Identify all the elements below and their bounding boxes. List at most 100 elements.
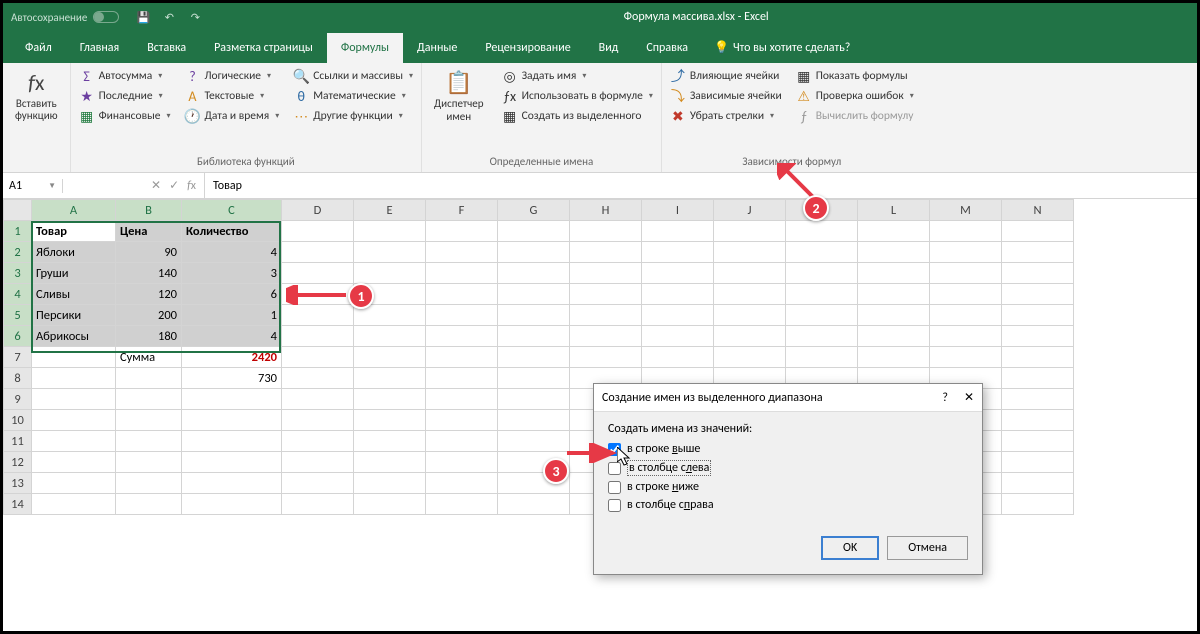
cell-b1[interactable]: Цена (116, 221, 182, 242)
row-header-9[interactable]: 9 (4, 389, 32, 410)
cell-b6[interactable]: 180 (116, 326, 182, 347)
remove-arrows-button[interactable]: ✖Убрать стрелки▾ (668, 107, 784, 125)
cell-b4[interactable]: 120 (116, 284, 182, 305)
tab-review[interactable]: Рецензирование (471, 33, 584, 63)
cell-b7[interactable]: Сумма (116, 347, 182, 368)
logical-button[interactable]: ?Логические▾ (182, 67, 281, 85)
show-formulas-button[interactable]: ▦Показать формулы (794, 67, 916, 85)
cell-c3[interactable]: 3 (182, 263, 282, 284)
row-header-7[interactable]: 7 (4, 347, 32, 368)
name-box[interactable]: A1 ▼ (3, 179, 63, 193)
tab-formulas[interactable]: Формулы (327, 33, 403, 63)
col-header-i[interactable]: I (642, 200, 714, 221)
tab-help[interactable]: Справка (632, 33, 702, 63)
col-header-f[interactable]: F (426, 200, 498, 221)
checkbox-right-col[interactable]: в столбце справа (608, 498, 968, 512)
lookup-button[interactable]: 🔍Ссылки и массивы▾ (291, 67, 415, 85)
col-header-g[interactable]: G (498, 200, 570, 221)
checkbox-bottom-row-input[interactable] (608, 481, 621, 494)
checkbox-bottom-row[interactable]: в строке ниже (608, 480, 968, 494)
row-header-4[interactable]: 4 (4, 284, 32, 305)
cell-c8[interactable]: 730 (182, 368, 282, 389)
close-icon[interactable]: ✕ (964, 390, 974, 405)
cell-c7[interactable]: 2420 (182, 347, 282, 368)
row-header-13[interactable]: 13 (4, 473, 32, 494)
cell-a6[interactable]: Абрикосы (32, 326, 116, 347)
row-header-6[interactable]: 6 (4, 326, 32, 347)
col-header-d[interactable]: D (282, 200, 354, 221)
name-manager-button[interactable]: 📋 Диспетчеримен (428, 67, 490, 125)
col-header-a[interactable]: A (32, 200, 116, 221)
financial-button[interactable]: ▦Финансовые▾ (77, 107, 173, 125)
redo-icon[interactable]: ↷ (187, 9, 203, 25)
cell-c1[interactable]: Количество (182, 221, 282, 242)
col-header-h[interactable]: H (570, 200, 642, 221)
cell-c4[interactable]: 6 (182, 284, 282, 305)
row-header-2[interactable]: 2 (4, 242, 32, 263)
col-header-j[interactable]: J (714, 200, 786, 221)
col-header-n[interactable]: N (1002, 200, 1074, 221)
row-header-1[interactable]: 1 (4, 221, 32, 242)
define-name-button[interactable]: ◎Задать имя▾ (500, 67, 655, 85)
ok-button[interactable]: OK (821, 536, 879, 560)
cell-b5[interactable]: 200 (116, 305, 182, 326)
tab-data[interactable]: Данные (403, 33, 471, 63)
date-button[interactable]: 🕐Дата и время▾ (182, 107, 281, 125)
cell-a5[interactable]: Персики (32, 305, 116, 326)
create-from-selection-button[interactable]: ▦Создать из выделенного (500, 107, 655, 125)
select-all-corner[interactable] (4, 200, 32, 221)
checkbox-right-col-input[interactable] (608, 499, 621, 512)
autosave-toggle[interactable]: Автосохранение (11, 11, 119, 24)
cell-b3[interactable]: 140 (116, 263, 182, 284)
switch-icon[interactable] (93, 11, 119, 23)
col-header-m[interactable]: M (930, 200, 1002, 221)
chevron-down-icon[interactable]: ▼ (48, 181, 56, 191)
tab-insert[interactable]: Вставка (133, 33, 200, 63)
cell-a3[interactable]: Груши (32, 263, 116, 284)
checkbox-top-row[interactable]: в строке выше (608, 442, 968, 456)
text-button[interactable]: AТекстовые▾ (182, 87, 281, 105)
trace-precedents-button[interactable]: ⤴Влияющие ячейки (668, 67, 784, 85)
cell-a4[interactable]: Сливы (32, 284, 116, 305)
row-header-11[interactable]: 11 (4, 431, 32, 452)
tell-me-search[interactable]: 💡 Что вы хотите сделать? (714, 32, 850, 63)
cancel-icon[interactable]: ✕ (151, 178, 161, 193)
col-header-c[interactable]: C (182, 200, 282, 221)
tab-view[interactable]: Вид (585, 33, 633, 63)
col-header-b[interactable]: B (116, 200, 182, 221)
cell-a7[interactable] (32, 347, 116, 368)
col-header-l[interactable]: L (858, 200, 930, 221)
checkbox-left-col[interactable]: в столбце слева (608, 460, 968, 476)
enter-icon[interactable]: ✓ (169, 178, 179, 193)
cell-c6[interactable]: 4 (182, 326, 282, 347)
row-header-5[interactable]: 5 (4, 305, 32, 326)
dialog-titlebar[interactable]: Создание имен из выделенного диапазона ?… (594, 384, 982, 412)
tab-file[interactable]: Файл (11, 33, 66, 63)
insert-function-button[interactable]: fx Вставитьфункцию (9, 67, 64, 124)
tab-home[interactable]: Главная (66, 33, 133, 63)
row-header-8[interactable]: 8 (4, 368, 32, 389)
more-button[interactable]: ⋯Другие функции▾ (291, 107, 415, 125)
autosum-button[interactable]: ΣАвтосумма▾ (77, 67, 173, 85)
cell-b2[interactable]: 90 (116, 242, 182, 263)
help-icon[interactable]: ? (942, 391, 948, 405)
evaluate-formula-button[interactable]: ƒВычислить формулу (794, 107, 916, 125)
fx-bar-icon[interactable]: fx (187, 179, 196, 193)
row-header-10[interactable]: 10 (4, 410, 32, 431)
row-header-12[interactable]: 12 (4, 452, 32, 473)
trace-dependents-button[interactable]: ⤵Зависимые ячейки (668, 87, 784, 105)
error-checking-button[interactable]: ⚠Проверка ошибок▾ (794, 87, 916, 105)
cell-c2[interactable]: 4 (182, 242, 282, 263)
cancel-button[interactable]: Отмена (887, 536, 968, 560)
recent-button[interactable]: ★Последние▾ (77, 87, 173, 105)
cell-a1[interactable]: Товар (32, 221, 116, 242)
undo-icon[interactable]: ↶ (161, 9, 177, 25)
row-header-14[interactable]: 14 (4, 494, 32, 515)
col-header-e[interactable]: E (354, 200, 426, 221)
save-icon[interactable]: 💾 (135, 9, 151, 25)
use-in-formula-button[interactable]: ƒxИспользовать в формуле▾ (500, 87, 655, 105)
cell-c5[interactable]: 1 (182, 305, 282, 326)
cell-a2[interactable]: Яблоки (32, 242, 116, 263)
math-button[interactable]: θМатематические▾ (291, 87, 415, 105)
row-header-3[interactable]: 3 (4, 263, 32, 284)
